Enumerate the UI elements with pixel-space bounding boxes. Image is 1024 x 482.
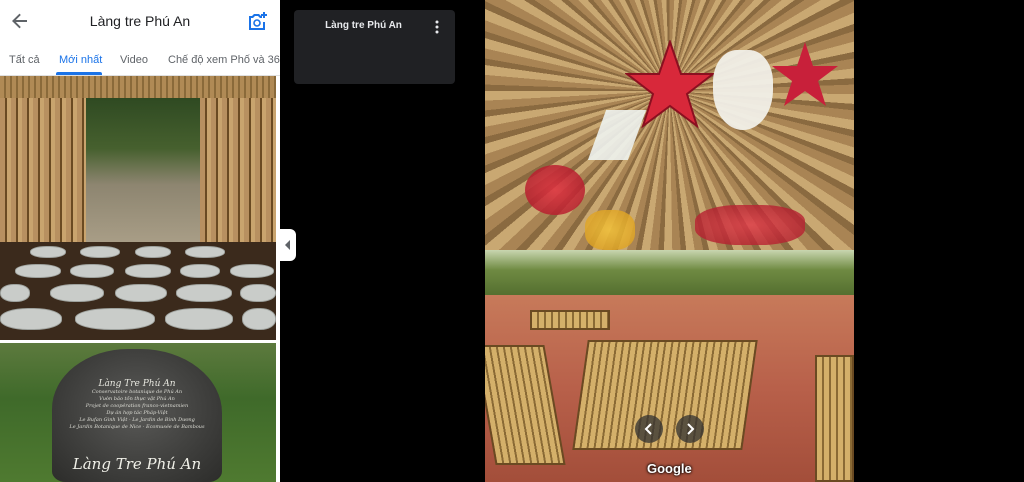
more-vert-icon (435, 20, 439, 34)
stone (185, 246, 225, 258)
red-star-lantern (772, 42, 838, 106)
tab-street-view-360[interactable]: Chế độ xem Phố và 360° (168, 54, 280, 66)
rock-inscription-title: Làng Tre Phú An (98, 379, 176, 389)
rock-inscription-line: Dự án hợp tác Pháp-Việt (106, 410, 168, 416)
tab-all[interactable]: Tất cả (9, 54, 40, 66)
card-title: Làng tre Phú An (325, 20, 402, 31)
stone (135, 246, 171, 258)
outdoor-greenery (485, 250, 854, 300)
previous-photo-button[interactable] (635, 415, 663, 443)
add-photo-button[interactable] (246, 10, 268, 32)
red-decoration (525, 165, 585, 215)
chevron-left-icon (285, 240, 290, 250)
google-watermark: Google (647, 461, 692, 476)
stone (50, 284, 104, 302)
tab-newest[interactable]: Mới nhất (59, 54, 102, 66)
stone (242, 308, 276, 330)
collapse-panel-button[interactable] (280, 229, 296, 261)
photo-thumbnail-stone-sign[interactable]: Làng Tre Phú An Conservatoire botanique … (0, 343, 276, 482)
stone (180, 264, 220, 278)
place-info-card: Làng tre Phú An (294, 10, 455, 84)
stone (80, 246, 120, 258)
stone (15, 264, 61, 278)
gate-beam (0, 76, 276, 98)
red-decoration (695, 205, 805, 245)
rock-inscription-line: Vườn bảo tồn thực vật Phú An (99, 396, 175, 402)
stone (0, 284, 30, 302)
rock-inscription: Làng Tre Phú An Conservatoire botanique … (52, 379, 222, 431)
stone (165, 308, 233, 330)
bamboo-table (572, 340, 758, 450)
panorama-viewer[interactable]: Google (485, 0, 854, 482)
panel-header: Làng tre Phú An (0, 0, 280, 42)
active-tab-indicator (56, 72, 102, 75)
stepping-stones (0, 242, 276, 340)
tab-video[interactable]: Video (120, 54, 148, 66)
bamboo-path (86, 98, 200, 242)
photo-tabs: Tất cả Mới nhất Video Chế độ xem Phố và … (0, 44, 280, 76)
photo-thumbnail-gate[interactable] (0, 76, 276, 340)
bamboo-bench (530, 310, 610, 330)
more-options-button[interactable] (435, 20, 443, 36)
gate-right-door (200, 98, 276, 242)
stone (70, 264, 114, 278)
add-photo-icon (249, 12, 267, 30)
rock-inscription-line: Projet de coopération franco-vietnamien (85, 403, 189, 409)
stone (240, 284, 276, 302)
page-title: Làng tre Phú An (89, 13, 191, 29)
stone (115, 284, 167, 302)
maps-photo-viewer: Làng tre Phú An Tất cả Mới nhất Video Ch… (0, 0, 1024, 482)
rock-inscription-line: Le Jardin Botanique de Nice · Ecomusée d… (69, 424, 205, 430)
stone (125, 264, 171, 278)
chevron-left-icon (644, 423, 652, 435)
photos-side-panel: Làng tre Phú An Tất cả Mới nhất Video Ch… (0, 0, 280, 482)
gate-left-door (0, 98, 86, 242)
rock-inscription-line: Conservatoire botanique de Phú An (91, 389, 183, 395)
stone (176, 284, 232, 302)
white-lantern (713, 50, 773, 130)
stone (230, 264, 274, 278)
red-star-lantern (625, 40, 715, 129)
stone (30, 246, 66, 258)
rock-inscription-line: Le Bufan Ginh Việt - Le Jardin de Binh D… (79, 417, 195, 423)
next-photo-button[interactable] (676, 415, 704, 443)
bamboo-bench (815, 355, 854, 482)
chevron-right-icon (687, 423, 695, 435)
yellow-decoration (585, 210, 635, 250)
stone (75, 308, 155, 330)
rock-inscription-name: Làng Tre Phú An (72, 455, 202, 473)
stone (0, 308, 62, 330)
